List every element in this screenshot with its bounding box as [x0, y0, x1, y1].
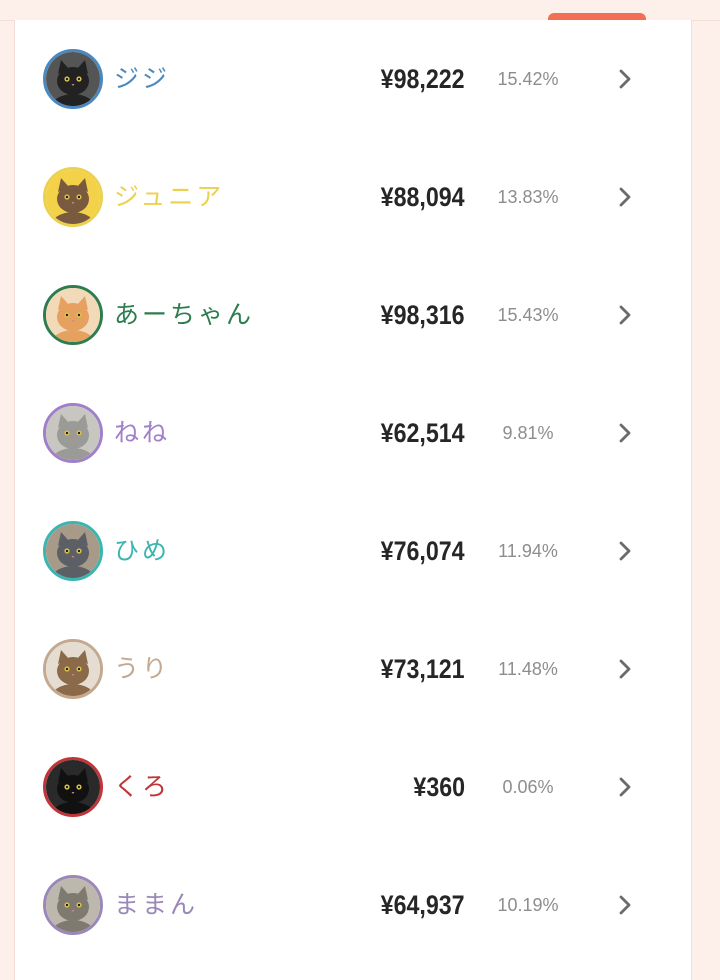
member-name: ままん [114, 890, 199, 919]
member-list-card: ジジ ¥98,222 15.42% ジュニア ¥88,094 13.83% あーちゃん ¥98… [14, 20, 692, 980]
member-percent: 11.94% [498, 541, 558, 561]
chevron-right-icon[interactable] [613, 657, 637, 681]
member-percent: 9.81% [502, 423, 554, 443]
chevron-right-icon[interactable] [613, 185, 637, 209]
member-name: うり [114, 654, 171, 683]
avatar [43, 403, 103, 463]
member-amount: ¥98,316 [381, 300, 465, 330]
member-name: ひめ [114, 536, 171, 565]
list-item[interactable]: あーちゃん ¥98,316 15.43% [15, 256, 691, 374]
chevron-right-icon[interactable] [613, 421, 637, 445]
avatar [43, 285, 103, 345]
chevron-right-icon[interactable] [613, 539, 637, 563]
list-item[interactable]: ジュニア ¥88,094 13.83% [15, 138, 691, 256]
member-percent: 13.83% [497, 187, 559, 207]
member-percent: 10.19% [497, 895, 559, 915]
chevron-right-icon[interactable] [613, 303, 637, 327]
member-percent: 0.06% [502, 777, 554, 797]
avatar [43, 639, 103, 699]
member-percent: 15.43% [497, 305, 559, 325]
member-amount: ¥62,514 [381, 418, 465, 448]
list-item[interactable]: うり ¥73,121 11.48% [15, 610, 691, 728]
list-item[interactable]: くろ ¥360 0.06% [15, 728, 691, 846]
member-amount: ¥98,222 [381, 64, 465, 94]
list-item[interactable]: ねね ¥62,514 9.81% [15, 374, 691, 492]
avatar [43, 757, 103, 817]
avatar [43, 875, 103, 935]
member-amount: ¥76,074 [381, 536, 465, 566]
member-name: ねね [114, 418, 171, 447]
chevron-right-icon[interactable] [613, 893, 637, 917]
list-item[interactable]: ジジ ¥98,222 15.42% [15, 20, 691, 138]
list-item[interactable]: ひめ ¥76,074 11.94% [15, 492, 691, 610]
member-amount: ¥64,937 [381, 890, 465, 920]
member-amount: ¥88,094 [381, 182, 465, 212]
chevron-right-icon[interactable] [613, 775, 637, 799]
avatar [43, 167, 103, 227]
avatar [43, 521, 103, 581]
member-amount: ¥73,121 [381, 654, 465, 684]
member-percent: 11.48% [498, 659, 558, 679]
avatar [43, 49, 103, 109]
member-name: ジュニア [114, 182, 225, 211]
member-name: あーちゃん [114, 300, 255, 329]
list-item[interactable]: ままん ¥64,937 10.19% [15, 846, 691, 964]
member-name: くろ [114, 772, 171, 801]
chevron-right-icon[interactable] [613, 67, 637, 91]
member-name: ジジ [114, 64, 171, 93]
member-percent: 15.42% [497, 69, 559, 89]
member-amount: ¥360 [413, 772, 465, 802]
